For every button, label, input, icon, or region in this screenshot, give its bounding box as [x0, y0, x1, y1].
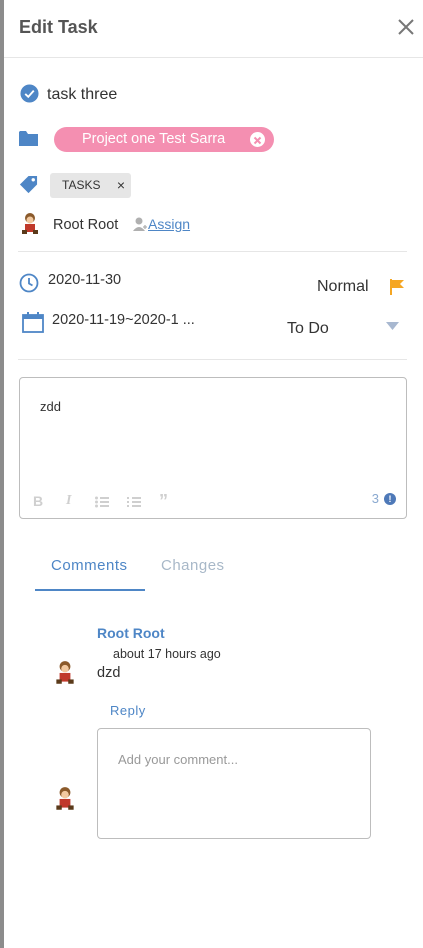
- project-chip-label: Project one Test Sarra: [82, 131, 226, 147]
- comment-timestamp: about 17 hours ago: [113, 647, 221, 661]
- tab-changes[interactable]: Changes: [161, 557, 225, 574]
- flag-icon[interactable]: [390, 279, 404, 295]
- assignee-name: Root Root: [53, 217, 119, 233]
- tag-icon: [19, 176, 38, 194]
- info-icon: !: [384, 493, 396, 505]
- assign-link[interactable]: Assign: [148, 216, 190, 232]
- page-title: Edit Task: [19, 17, 98, 37]
- bold-icon[interactable]: B: [33, 493, 43, 509]
- date-range[interactable]: 2020-11-19~2020-1 ...: [52, 312, 195, 328]
- assign-user-icon[interactable]: [133, 217, 147, 232]
- close-icon[interactable]: [397, 18, 415, 36]
- tab-comments[interactable]: Comments: [51, 557, 128, 574]
- check-circle-icon[interactable]: [20, 84, 39, 103]
- section-divider: [18, 251, 407, 252]
- description-editor[interactable]: zdd B I ” 3 !: [19, 377, 407, 519]
- quote-icon[interactable]: ”: [159, 491, 168, 512]
- task-panel-header: Edit Task: [4, 0, 423, 58]
- project-chip[interactable]: Project one Test Sarra: [54, 127, 274, 152]
- folder-icon: [19, 131, 38, 146]
- reply-button[interactable]: Reply: [110, 703, 146, 718]
- task-name[interactable]: task three: [47, 86, 117, 104]
- status-select[interactable]: To Do: [287, 320, 329, 338]
- italic-icon[interactable]: I: [66, 493, 71, 509]
- remove-project-icon[interactable]: [250, 132, 265, 147]
- remove-tag-icon[interactable]: ×: [117, 173, 125, 198]
- comment-body: dzd: [97, 665, 121, 681]
- char-count: 3: [371, 491, 379, 506]
- section-divider: [18, 359, 407, 360]
- calendar-icon: [22, 312, 44, 333]
- description-text[interactable]: zdd: [40, 399, 61, 414]
- clock-icon: [19, 273, 39, 293]
- bullet-list-icon[interactable]: [95, 496, 109, 508]
- new-comment-input[interactable]: [97, 728, 371, 839]
- numbered-list-icon[interactable]: [127, 496, 141, 508]
- priority-label[interactable]: Normal: [317, 278, 369, 296]
- tag-chip[interactable]: TASKS ×: [50, 173, 131, 198]
- avatar: [56, 661, 74, 684]
- tag-chip-label: TASKS: [62, 178, 101, 192]
- caret-down-icon[interactable]: [386, 322, 399, 330]
- panel-left-edge: [0, 0, 4, 948]
- avatar: [22, 213, 38, 234]
- comment-author: Root Root: [97, 625, 165, 641]
- due-date[interactable]: 2020-11-30: [48, 272, 121, 288]
- active-tab-indicator: [35, 589, 145, 591]
- avatar: [56, 787, 74, 810]
